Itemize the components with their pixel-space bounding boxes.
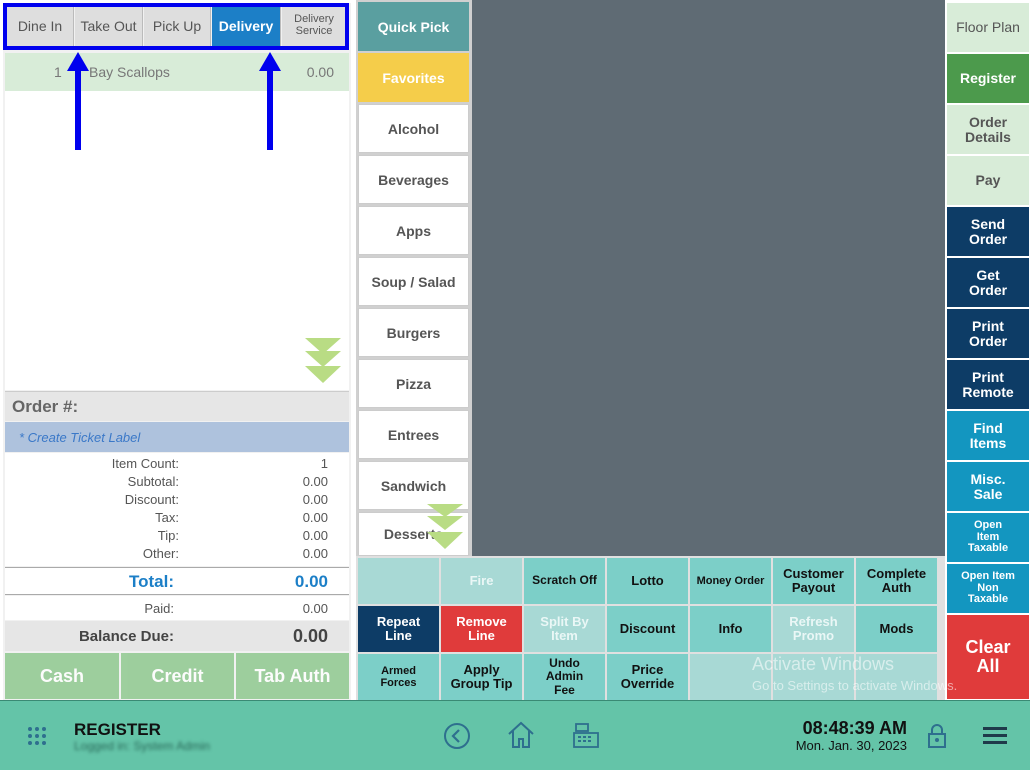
open-item-taxable-button[interactable]: Open Item Taxable: [947, 513, 1029, 562]
order-number-label: Order #:: [5, 391, 349, 421]
grid-empty-button: [358, 558, 439, 604]
logged-in-user: Logged in: System Admin: [74, 739, 211, 753]
print-remote-button[interactable]: Print Remote: [947, 360, 1029, 409]
customer-payout-button[interactable]: Customer Payout: [773, 558, 854, 604]
open-item-non-taxable-button[interactable]: Open Item Non Taxable: [947, 564, 1029, 613]
category-favorites[interactable]: Favorites: [358, 53, 469, 102]
order-details-button[interactable]: Order Details: [947, 105, 1029, 154]
paid-row: Paid: 0.00: [5, 596, 349, 620]
annotation-arrow-shaft: [267, 68, 273, 150]
fire-button[interactable]: Fire: [441, 558, 522, 604]
discount-button[interactable]: Discount: [607, 606, 688, 652]
armed-forces-button[interactable]: Armed Forces: [358, 654, 439, 700]
bar-title: REGISTER: [74, 720, 161, 739]
balance-due-row: Balance Due: 0.00: [5, 621, 349, 651]
balance-due-label: Balance Due:: [78, 628, 174, 645]
clock-time: 08:48:39 AM: [802, 718, 907, 738]
category-sandwich[interactable]: Sandwich: [358, 461, 469, 510]
category-quick-pick[interactable]: Quick Pick: [358, 2, 469, 51]
undo-admin-fee-button[interactable]: Undo Admin Fee: [524, 654, 605, 700]
category-burgers[interactable]: Burgers: [358, 308, 469, 357]
paid-value: 0.00: [302, 601, 328, 616]
watermark-subtitle: Go to Settings to activate Windows.: [752, 678, 958, 693]
cash-button[interactable]: Cash: [5, 653, 119, 699]
lotto-button[interactable]: Lotto: [607, 558, 688, 604]
tab-pick-up[interactable]: Pick Up: [144, 5, 211, 47]
misc-sale-button[interactable]: Misc. Sale: [947, 462, 1029, 511]
category-beverages[interactable]: Beverages: [358, 155, 469, 204]
create-ticket-label-link[interactable]: * Create Ticket Label: [5, 422, 349, 452]
find-items-button[interactable]: Find Items: [947, 411, 1029, 460]
send-order-button[interactable]: Send Order: [947, 207, 1029, 256]
summary-row: Subtotal: 0.00: [127, 474, 328, 489]
info-button[interactable]: Info: [690, 606, 771, 652]
item-price: 0.00: [306, 64, 334, 80]
ticket-items-area[interactable]: [5, 91, 349, 390]
item-name: Bay Scallops: [89, 64, 170, 80]
get-order-button[interactable]: Get Order: [947, 258, 1029, 307]
apps-grid-icon[interactable]: [27, 726, 47, 746]
scratch-off-button[interactable]: Scratch Off: [524, 558, 605, 604]
menu-items-area[interactable]: [472, 0, 945, 556]
pay-button[interactable]: Pay: [947, 156, 1029, 205]
category-scroll-down-icon[interactable]: [426, 504, 464, 550]
tab-delivery[interactable]: Delivery: [212, 5, 281, 47]
cash-register-icon[interactable]: [572, 721, 600, 749]
category-entrees[interactable]: Entrees: [358, 410, 469, 459]
summary-row: Discount: 0.00: [124, 492, 328, 507]
lock-icon[interactable]: [926, 722, 948, 750]
total-label: Total:: [128, 572, 174, 591]
summary-row: Tip: 0.00: [157, 528, 328, 543]
floor-plan-button[interactable]: Floor Plan: [947, 3, 1029, 52]
repeat-line-button[interactable]: Repeat Line: [358, 606, 439, 652]
category-pizza[interactable]: Pizza: [358, 359, 469, 408]
back-icon[interactable]: [443, 722, 471, 750]
category-soup-salad[interactable]: Soup / Salad: [358, 257, 469, 306]
mods-button[interactable]: Mods: [856, 606, 937, 652]
tab-delivery-service[interactable]: Delivery Service: [282, 5, 347, 47]
paid-label: Paid:: [144, 601, 174, 616]
annotation-arrow-head: [259, 52, 281, 71]
annotation-arrow-head: [67, 52, 89, 71]
tab-dine-in[interactable]: Dine In: [7, 5, 74, 47]
tab-auth-button[interactable]: Tab Auth: [236, 653, 349, 699]
summary-row: Tax: 0.00: [155, 510, 328, 525]
price-override-button[interactable]: Price Override: [607, 654, 688, 700]
hamburger-menu-icon[interactable]: [983, 725, 1007, 745]
scroll-down-icon[interactable]: [304, 338, 342, 384]
home-icon[interactable]: [506, 720, 536, 750]
credit-button[interactable]: Credit: [121, 653, 234, 699]
category-alcohol[interactable]: Alcohol: [358, 104, 469, 153]
refresh-promo-button[interactable]: Refresh Promo: [773, 606, 854, 652]
money-order-button[interactable]: Money Order: [690, 558, 771, 604]
split-by-item-button[interactable]: Split By Item: [524, 606, 605, 652]
summary-row: Other: 0.00: [142, 546, 328, 561]
print-order-button[interactable]: Print Order: [947, 309, 1029, 358]
total-value: 0.00: [294, 572, 328, 591]
apply-group-tip-button[interactable]: Apply Group Tip: [441, 654, 522, 700]
item-qty: 1: [54, 64, 62, 80]
remove-line-button[interactable]: Remove Line: [441, 606, 522, 652]
complete-auth-button[interactable]: Complete Auth: [856, 558, 937, 604]
watermark-title: Activate Windows: [752, 654, 895, 674]
tab-take-out[interactable]: Take Out: [75, 5, 143, 47]
summary-row: Item Count: 1: [111, 456, 328, 471]
order-line-item[interactable]: 1 Bay Scallops 0.00: [5, 53, 349, 91]
balance-due-value: 0.00: [292, 626, 328, 646]
register-button[interactable]: Register: [947, 54, 1029, 103]
clear-all-button[interactable]: Clear All: [947, 615, 1029, 699]
total-row: Total: 0.00: [5, 567, 349, 595]
order-summary: Item Count: 1 Subtotal: 0.00 Discount: 0.00…: [5, 453, 349, 566]
category-apps[interactable]: Apps: [358, 206, 469, 255]
annotation-arrow-shaft: [75, 68, 81, 150]
clock-date: Mon. Jan. 30, 2023: [795, 738, 907, 753]
